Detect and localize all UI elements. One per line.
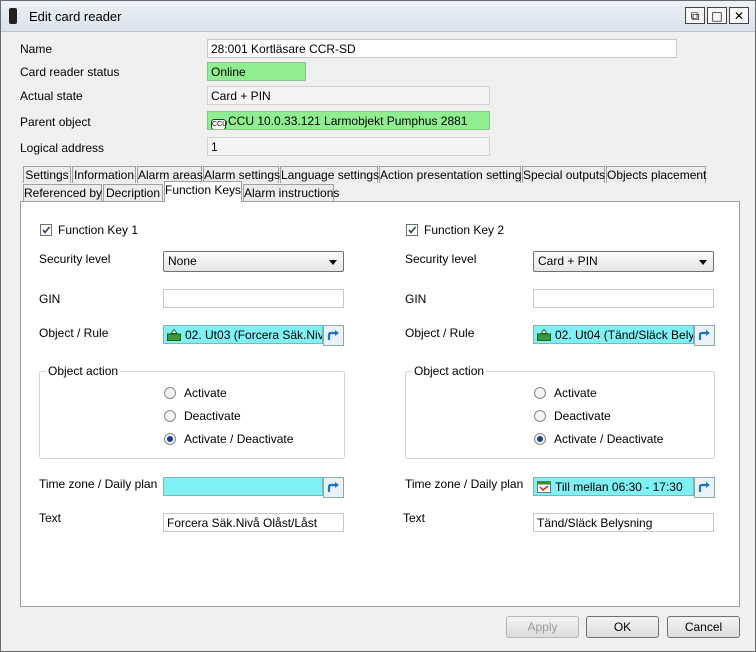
action-1-activate-radio[interactable] [164, 387, 176, 399]
tab-settings[interactable]: Settings [23, 166, 71, 183]
security-level-1-label: Security level [39, 252, 111, 266]
tab-decription[interactable]: Decription [103, 184, 163, 201]
ccu-icon: CCU [211, 119, 228, 129]
chevron-down-icon [699, 260, 707, 265]
object-action-2-title: Object action [412, 364, 487, 378]
action-1-deactivate-label: Deactivate [184, 409, 241, 423]
ok-button[interactable]: OK [586, 616, 659, 638]
logical-address-label: Logical address [20, 141, 105, 155]
window-title: Edit card reader [29, 9, 122, 24]
output-object-icon [167, 329, 181, 341]
action-1-activate-label: Activate [184, 386, 227, 400]
action-2-activate-deactivate-label: Activate / Deactivate [554, 432, 664, 446]
security-level-1-select[interactable]: None [163, 251, 344, 272]
card-reader-status-label: Card reader status [20, 65, 120, 79]
tab-objects-placement[interactable]: Objects placement [606, 166, 706, 183]
function-key-2-label: Function Key 2 [424, 223, 505, 237]
tab-function-keys[interactable]: Function Keys [164, 181, 242, 202]
title-bar: Edit card reader ⧉ □ ✕ [1, 1, 755, 32]
maximize-window-icon[interactable]: □ [707, 7, 727, 24]
object-rule-2-goto-button[interactable] [694, 325, 715, 346]
goto-arrow-icon [698, 482, 710, 492]
tab-information[interactable]: Information [72, 166, 136, 183]
object-rule-1-goto-button[interactable] [323, 325, 344, 346]
card-reader-status-value: Online [207, 62, 306, 81]
object-rule-1-field[interactable]: 02. Ut03 (Forcera Säk.Nivå) [163, 325, 323, 344]
chevron-down-icon [329, 260, 337, 265]
object-rule-1-label: Object / Rule [39, 326, 109, 340]
object-action-2-group: Object action Activate Deactivate Activa… [405, 364, 715, 459]
parent-object-label: Parent object [20, 115, 91, 129]
tab-alarm-instructions[interactable]: Alarm instructions [243, 184, 339, 201]
action-1-deactivate-radio[interactable] [164, 410, 176, 422]
text-2-label: Text [403, 511, 426, 525]
action-2-activate-deactivate-radio[interactable] [534, 433, 546, 445]
security-level-1-value: None [168, 254, 197, 268]
edit-card-reader-window: Edit card reader ⧉ □ ✕ Name 28:001 Kortl… [0, 0, 756, 652]
checkmark-icon [408, 226, 417, 234]
object-rule-1-value: 02. Ut03 (Forcera Säk.Nivå) [185, 328, 323, 342]
checkmark-icon [42, 226, 51, 234]
actual-state-value: Card + PIN [207, 86, 490, 105]
gin-2-input[interactable] [533, 289, 714, 308]
timezone-2-value: Till mellan 06:30 - 17:30 [555, 480, 683, 494]
cancel-button[interactable]: Cancel [667, 616, 740, 638]
action-2-deactivate-label: Deactivate [554, 409, 611, 423]
function-key-1-label: Function Key 1 [58, 223, 139, 237]
timezone-2-label: Time zone / Daily plan [405, 477, 524, 491]
action-1-activate-deactivate-label: Activate / Deactivate [184, 432, 294, 446]
function-keys-panel: Function Key 1 Security level None GIN O… [20, 201, 740, 607]
security-level-2-label: Security level [405, 252, 477, 266]
action-2-activate-label: Activate [554, 386, 597, 400]
timezone-1-field[interactable] [163, 477, 323, 496]
parent-object-value: CCU 10.0.33.121 Larmobjekt Pumphus 2881 [228, 114, 468, 128]
function-key-2-checkbox[interactable] [406, 224, 418, 236]
text-1-label: Text [39, 511, 62, 525]
timezone-2-goto-button[interactable] [694, 477, 715, 498]
timezone-1-goto-button[interactable] [323, 477, 344, 498]
timezone-1-label: Time zone / Daily plan [39, 477, 158, 491]
text-1-input[interactable]: Forcera Säk.Nivå Olåst/Låst [163, 513, 344, 532]
goto-arrow-icon [327, 482, 339, 492]
parent-object-field[interactable]: CCUCCU 10.0.33.121 Larmobjekt Pumphus 28… [207, 111, 490, 130]
gin-1-label: GIN [39, 292, 61, 306]
action-2-deactivate-radio[interactable] [534, 410, 546, 422]
text-2-input[interactable]: Tänd/Släck Belysning [533, 513, 714, 532]
daily-plan-icon [537, 481, 551, 493]
apply-button[interactable]: Apply [506, 616, 579, 638]
action-1-activate-deactivate-radio[interactable] [164, 433, 176, 445]
restore-window-icon[interactable]: ⧉ [685, 7, 705, 24]
close-window-icon[interactable]: ✕ [729, 7, 749, 24]
tab-referenced-by[interactable]: Referenced by [23, 184, 102, 201]
goto-arrow-icon [327, 330, 339, 340]
output-object-icon [537, 329, 551, 341]
object-rule-2-value: 02. Ut04 (Tänd/Släck Belysning) [555, 328, 694, 342]
tab-action-presentation-settings[interactable]: Action presentation settings [379, 166, 527, 183]
name-field[interactable]: 28:001 Kortläsare CCR-SD [207, 39, 677, 58]
object-action-1-group: Object action Activate Deactivate Activa… [39, 364, 345, 459]
object-action-1-title: Object action [46, 364, 121, 378]
name-label: Name [20, 42, 53, 56]
security-level-2-select[interactable]: Card + PIN [533, 251, 714, 272]
object-rule-2-label: Object / Rule [405, 326, 475, 340]
timezone-2-field[interactable]: Till mellan 06:30 - 17:30 [533, 477, 694, 496]
goto-arrow-icon [698, 330, 710, 340]
function-key-1-checkbox[interactable] [40, 224, 52, 236]
action-2-activate-radio[interactable] [534, 387, 546, 399]
logical-address-value: 1 [207, 137, 490, 156]
actual-state-label: Actual state [20, 89, 83, 103]
card-reader-icon [9, 8, 17, 24]
tab-language-settings[interactable]: Language settings [280, 166, 379, 183]
gin-2-label: GIN [405, 292, 427, 306]
gin-1-input[interactable] [163, 289, 344, 308]
security-level-2-value: Card + PIN [538, 254, 598, 268]
object-rule-2-field[interactable]: 02. Ut04 (Tänd/Släck Belysning) [533, 325, 694, 344]
tab-special-outputs[interactable]: Special outputs [522, 166, 605, 183]
